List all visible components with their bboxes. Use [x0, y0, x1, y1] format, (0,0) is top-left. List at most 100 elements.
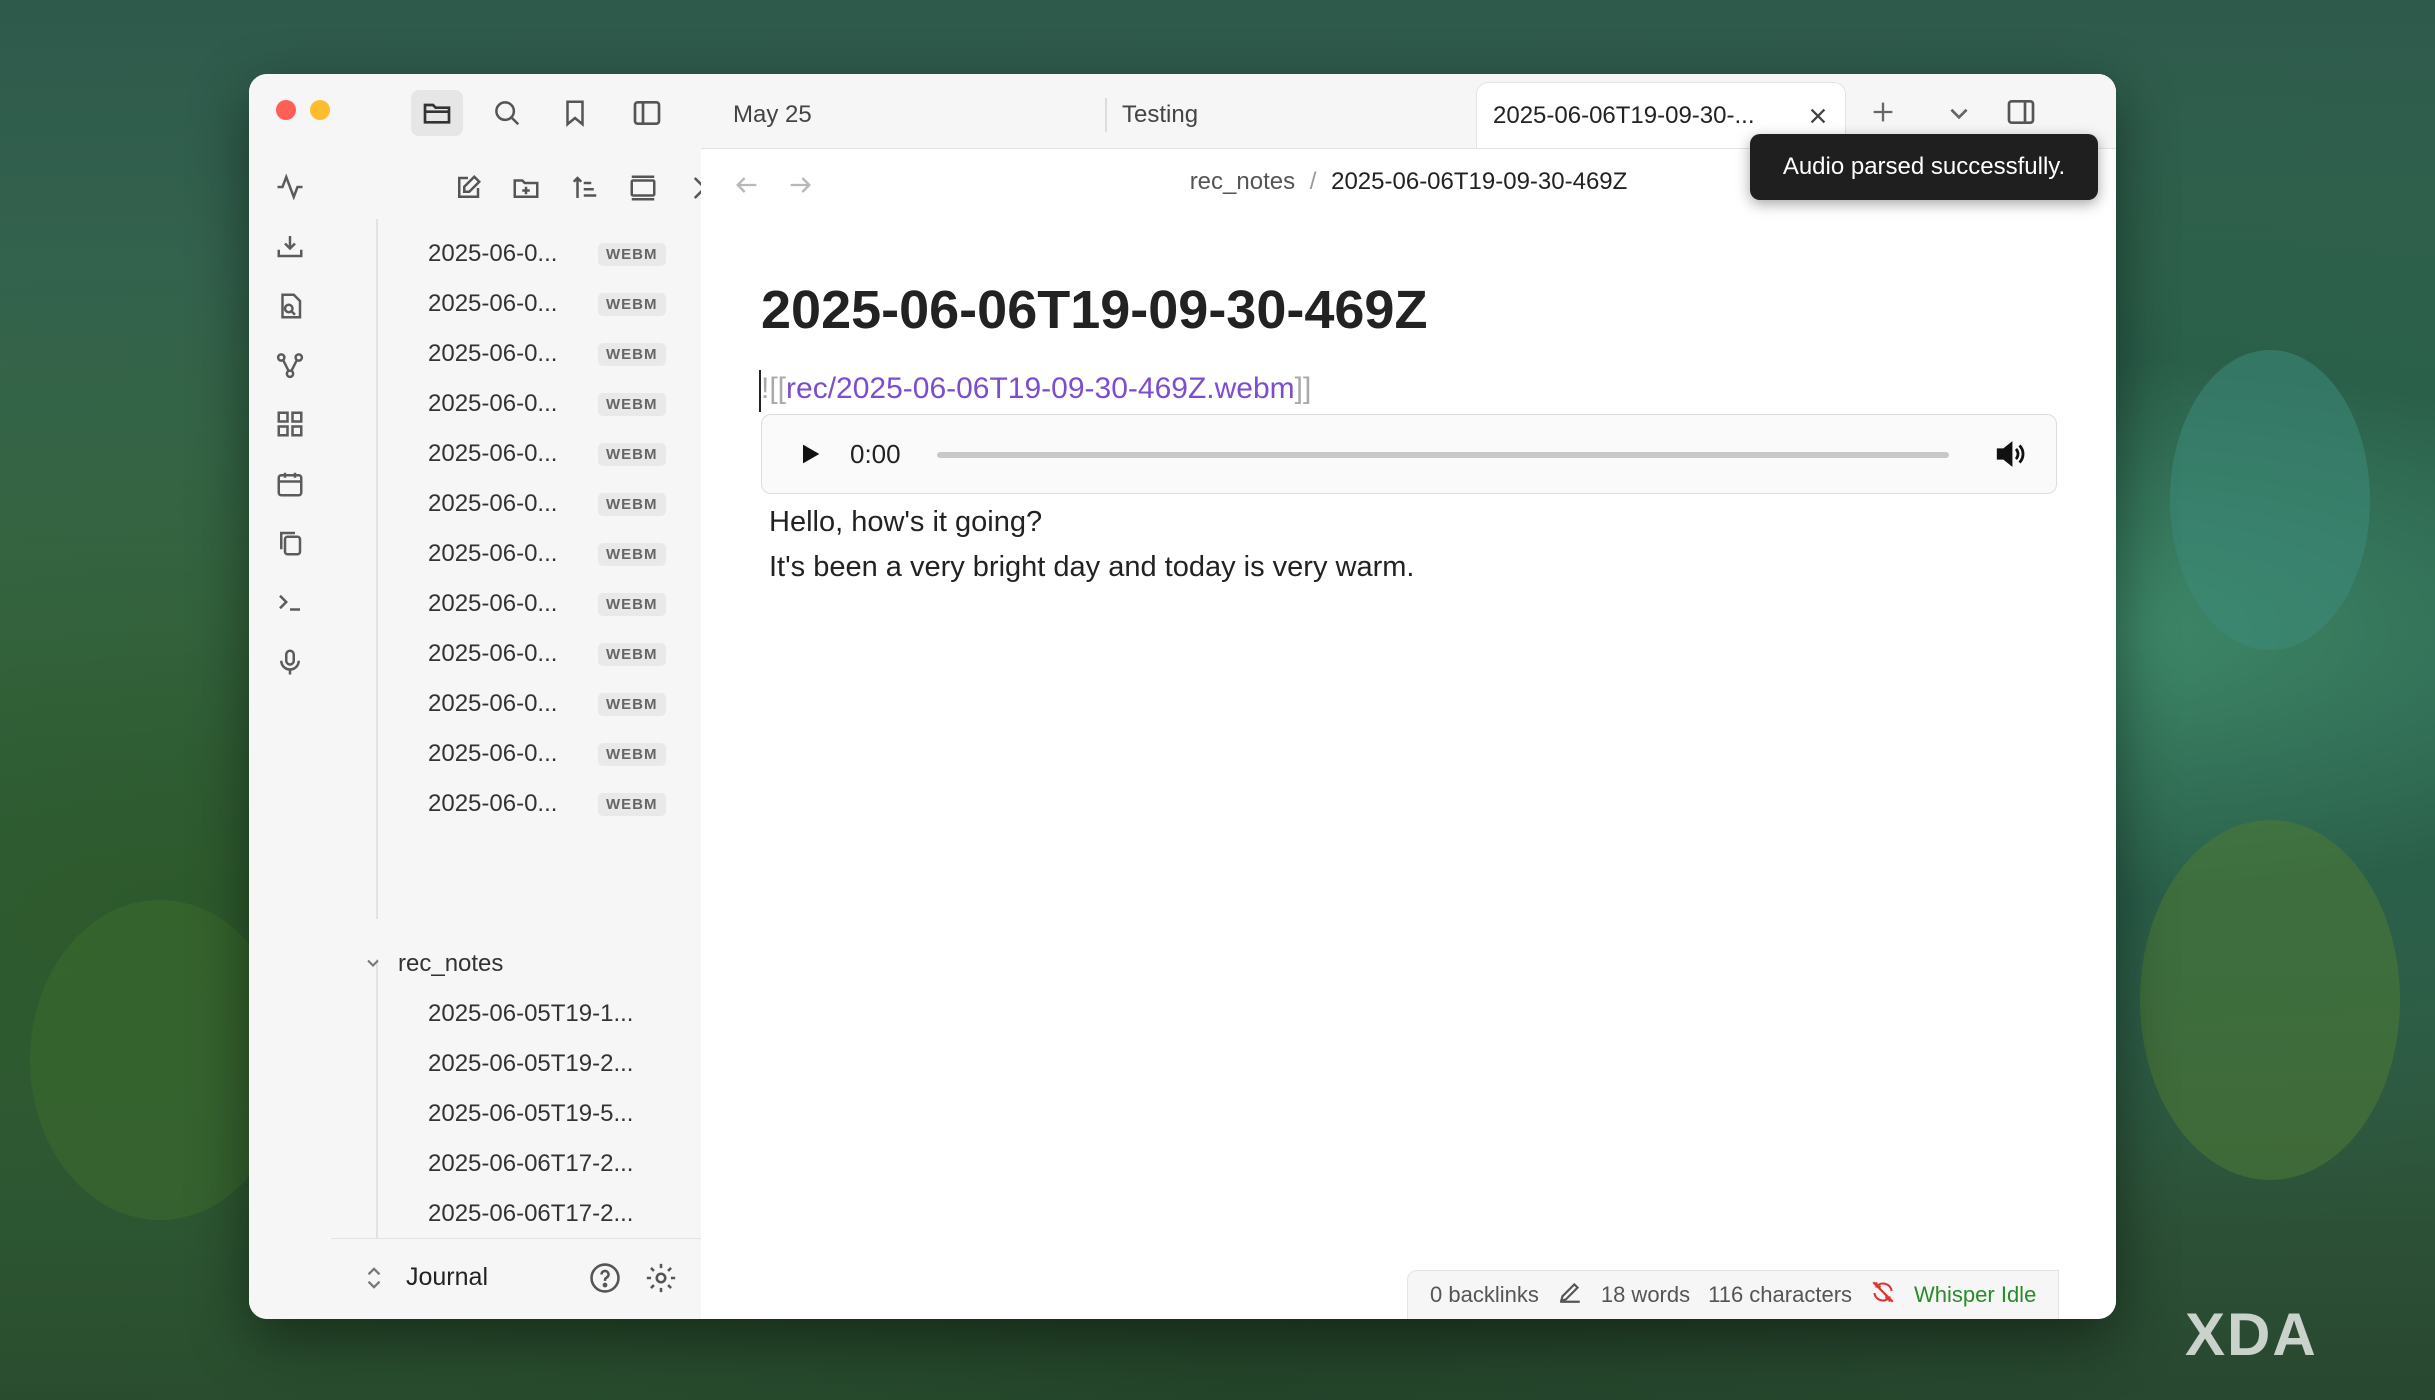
file-item-webm[interactable]: 2025-06-0... WEBM: [331, 379, 701, 429]
file-label: 2025-06-06T17-2...: [428, 1200, 634, 1227]
background-foliage: [2170, 350, 2370, 650]
right-sidebar-toggle-icon[interactable]: [2004, 96, 2038, 133]
terminal-icon[interactable]: [268, 580, 312, 624]
file-label: 2025-06-0...: [428, 540, 558, 567]
new-tab-plus-icon[interactable]: [1869, 98, 1897, 131]
folder-label: rec_notes: [398, 950, 504, 977]
note-text-line[interactable]: Hello, how's it going?: [769, 506, 1042, 539]
file-item-note[interactable]: 2025-06-05T19-5...: [331, 1089, 701, 1139]
file-item-webm[interactable]: 2025-06-0... WEBM: [331, 579, 701, 629]
editor-pane: May 25 Testing 2025-06-06T19-09-30-... r…: [701, 74, 2116, 1319]
edit-mode-pencil-icon[interactable]: [1557, 1279, 1583, 1311]
whisper-status[interactable]: Whisper Idle: [1914, 1282, 2036, 1308]
close-tab-icon[interactable]: [1807, 105, 1829, 134]
file-label: 2025-06-06T17-2...: [428, 1150, 634, 1177]
file-extension-badge: WEBM: [598, 643, 666, 666]
bookmark-icon[interactable]: [549, 90, 601, 136]
volume-icon[interactable]: [1994, 437, 2028, 476]
audio-seek-bar[interactable]: [937, 452, 1949, 458]
file-search-icon[interactable]: [268, 284, 312, 328]
file-label: 2025-06-0...: [428, 640, 558, 667]
file-item-note[interactable]: 2025-06-06T17-2...: [331, 1189, 701, 1239]
file-label: 2025-06-0...: [428, 290, 558, 317]
file-extension-badge: WEBM: [598, 693, 666, 716]
sidebar-toggle-icon[interactable]: [621, 90, 673, 136]
search-icon[interactable]: [481, 90, 533, 136]
file-explorer-sidebar: 2025-06-0... WEBM 2025-06-0... WEBM 2025-06-…: [331, 74, 709, 1319]
breadcrumb-folder[interactable]: rec_notes: [1190, 168, 1295, 195]
copy-icon[interactable]: [268, 521, 312, 565]
vault-name[interactable]: Journal: [406, 1263, 488, 1292]
note-text-line[interactable]: It's been a very bright day and today is…: [769, 551, 1414, 584]
xda-watermark: XDA: [2185, 1301, 2318, 1368]
file-item-webm[interactable]: 2025-06-0... WEBM: [331, 429, 701, 479]
sync-off-icon[interactable]: [1870, 1279, 1896, 1311]
file-item-webm[interactable]: 2025-06-0... WEBM: [331, 729, 701, 779]
graph-icon[interactable]: [268, 343, 312, 387]
file-extension-badge: WEBM: [598, 443, 666, 466]
app-window: 2025-06-0... WEBM 2025-06-0... WEBM 2025-06-…: [249, 74, 2116, 1319]
file-label: 2025-06-05T19-1...: [428, 1000, 634, 1027]
folder-icon[interactable]: [411, 90, 463, 136]
settings-gear-icon[interactable]: [644, 1261, 678, 1300]
file-item-webm[interactable]: 2025-06-0... WEBM: [331, 679, 701, 729]
file-extension-badge: WEBM: [598, 593, 666, 616]
grid-icon[interactable]: [268, 402, 312, 446]
tab-testing[interactable]: Testing: [1122, 82, 1422, 148]
tab-separator: [1105, 98, 1107, 132]
file-item-webm[interactable]: 2025-06-0... WEBM: [331, 479, 701, 529]
file-extension-badge: WEBM: [598, 393, 666, 416]
tab-label: May 25: [733, 101, 812, 128]
backlinks-count[interactable]: 0 backlinks: [1430, 1282, 1539, 1308]
file-item-webm[interactable]: 2025-06-0... WEBM: [331, 529, 701, 579]
file-item-webm[interactable]: 2025-06-0... WEBM: [331, 629, 701, 679]
word-count: 18 words: [1600, 1282, 1691, 1307]
file-item-note[interactable]: 2025-06-06T17-2...: [331, 1139, 701, 1189]
file-label: 2025-06-0...: [428, 390, 558, 417]
file-label: 2025-06-0...: [428, 690, 558, 717]
file-label: 2025-06-0...: [428, 440, 558, 467]
file-item-webm[interactable]: 2025-06-0... WEBM: [331, 329, 701, 379]
new-note-icon[interactable]: [446, 166, 490, 210]
note-title[interactable]: 2025-06-06T19-09-30-469Z: [761, 279, 1427, 341]
file-item-webm[interactable]: 2025-06-0... WEBM: [331, 279, 701, 329]
minimize-window-button[interactable]: [310, 100, 330, 120]
tab-list-chevron-down-icon[interactable]: [1946, 100, 1972, 131]
play-icon[interactable]: [796, 440, 824, 473]
file-extension-badge: WEBM: [598, 743, 666, 766]
help-icon[interactable]: [588, 1261, 622, 1300]
microphone-icon[interactable]: [268, 640, 312, 684]
folder-rec-notes[interactable]: rec_notes: [331, 939, 701, 989]
file-item-note[interactable]: 2025-06-05T19-1...: [331, 989, 701, 1039]
file-label: 2025-06-0...: [428, 240, 558, 267]
breadcrumb-current[interactable]: 2025-06-06T19-09-30-469Z: [1331, 168, 1627, 195]
file-label: 2025-06-05T19-5...: [428, 1100, 634, 1127]
close-window-button[interactable]: [276, 100, 296, 120]
file-extension-badge: WEBM: [598, 243, 666, 266]
collapse-view-icon[interactable]: [621, 166, 665, 210]
download-icon[interactable]: [268, 224, 312, 268]
embed-suffix: ]]: [1294, 372, 1312, 405]
tab-label: 2025-06-06T19-09-30-...: [1493, 101, 1755, 129]
file-item-webm[interactable]: 2025-06-0... WEBM: [331, 229, 701, 279]
audio-time: 0:00: [850, 439, 901, 469]
calendar-icon[interactable]: [268, 462, 312, 506]
file-label: 2025-06-0...: [428, 590, 558, 617]
sort-icon[interactable]: [563, 166, 607, 210]
file-label: 2025-06-05T19-2...: [428, 1050, 634, 1077]
activity-icon[interactable]: [268, 165, 312, 209]
file-item-note[interactable]: 2025-06-05T19-2...: [331, 1039, 701, 1089]
new-folder-icon[interactable]: [504, 166, 548, 210]
file-label: 2025-06-0...: [428, 740, 558, 767]
tab-may-25[interactable]: May 25: [733, 82, 953, 148]
file-extension-badge: WEBM: [598, 293, 666, 316]
embed-source[interactable]: ![[rec/2025-06-06T19-09-30-469Z.webm]]: [761, 372, 1311, 406]
vault-switch-icon[interactable]: [363, 1263, 385, 1298]
audio-player: 0:00: [761, 414, 2057, 494]
file-extension-badge: WEBM: [598, 793, 666, 816]
embed-link[interactable]: rec/2025-06-06T19-09-30-469Z.webm: [786, 372, 1295, 405]
file-item-webm[interactable]: 2025-06-0... WEBM: [331, 779, 701, 829]
file-extension-badge: WEBM: [598, 493, 666, 516]
ribbon: [249, 74, 364, 1319]
background-foliage: [2140, 820, 2400, 1180]
